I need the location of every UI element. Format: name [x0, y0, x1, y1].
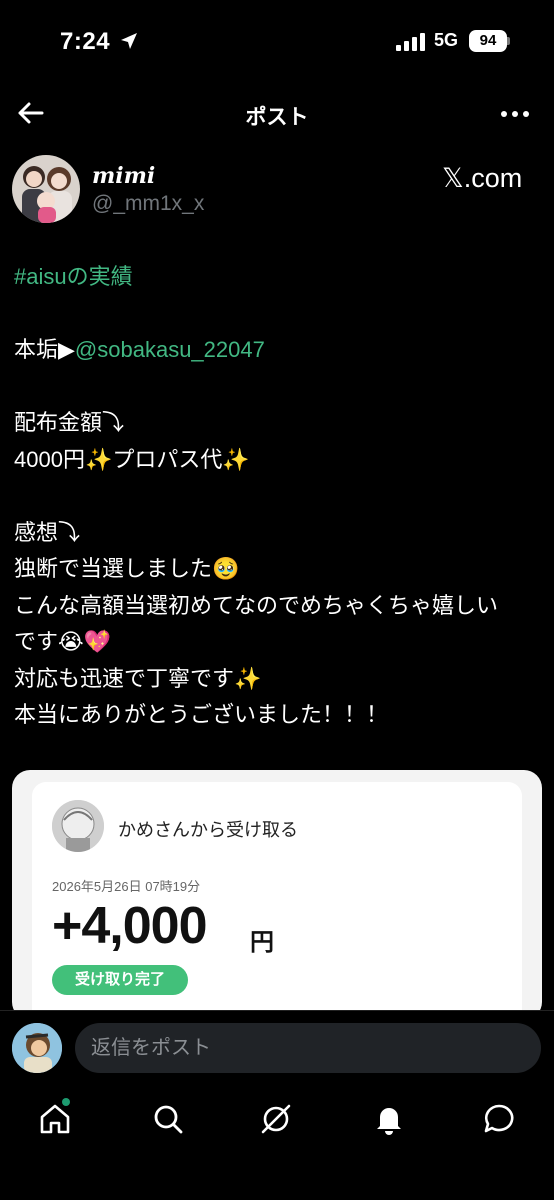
location-arrow-icon [121, 33, 137, 49]
battery-tip [507, 37, 510, 45]
thoughts-line-5: 本当にありがとうございました！！！ [14, 702, 389, 727]
reply-bar: 返信をポスト [0, 1010, 554, 1085]
grok-icon[interactable] [259, 1102, 293, 1136]
author-handle[interactable]: @_mm1x_x [92, 192, 204, 216]
thoughts-label: 感想⤵︎ [14, 519, 81, 545]
hashtag-link[interactable]: #aisuの実績 [14, 264, 133, 289]
thoughts-line-4: 対応も迅速で丁寧です✨ [14, 665, 262, 691]
x-com-label: 𝕏.com [442, 163, 523, 193]
currency-unit: 円 [250, 929, 274, 956]
payment-receipt-card: かめさんから受け取る 2026年5月26日 07時19分 +4,000 円 受け… [32, 782, 522, 1020]
page-title: ポスト [245, 106, 309, 129]
attached-image[interactable]: かめさんから受け取る 2026年5月26日 07時19分 +4,000 円 受け… [12, 770, 542, 1020]
more-options-icon[interactable] [497, 100, 533, 128]
reply-input[interactable]: 返信をポスト [75, 1023, 541, 1073]
author-display-name[interactable]: mimi [92, 163, 155, 189]
bottom-navigation [0, 1084, 554, 1200]
status-badge: 受け取り完了 [52, 965, 188, 995]
amount-line: 4000円✨プロパス代✨ [14, 446, 250, 472]
signal-icon [396, 33, 425, 51]
thoughts-line-3: です😭💖 [14, 629, 112, 654]
search-icon[interactable] [151, 1102, 185, 1136]
sender-text: かめさんから受け取る [118, 820, 298, 840]
messages-icon[interactable] [482, 1102, 516, 1136]
notifications-icon[interactable] [372, 1102, 406, 1136]
battery-indicator: 94 [469, 30, 507, 52]
sender-avatar [52, 800, 104, 852]
post-body: #aisuの実績 本垢▶︎@sobakasu_22047 配布金額⤵︎ 4000… [14, 259, 554, 734]
mention-link[interactable]: @sobakasu_22047 [75, 337, 265, 362]
network-type: 5G [434, 30, 459, 50]
home-icon[interactable] [38, 1102, 72, 1136]
thoughts-line-2: こんな高額当選初めてなのでめちゃくちゃ嬉しい [14, 592, 499, 618]
receive-date: 2026年5月26日 07時19分 [52, 879, 201, 894]
notification-dot [62, 1098, 70, 1106]
received-amount: +4,000 [52, 897, 207, 955]
status-time: 7:24 [60, 28, 111, 55]
author-avatar[interactable] [12, 155, 80, 223]
user-avatar[interactable] [12, 1023, 62, 1073]
amount-label: 配布金額⤵︎ [14, 410, 125, 435]
main-account-label: 本垢▶︎ [14, 337, 75, 362]
thoughts-line-1: 独断で当選しました🥹 [14, 556, 240, 581]
